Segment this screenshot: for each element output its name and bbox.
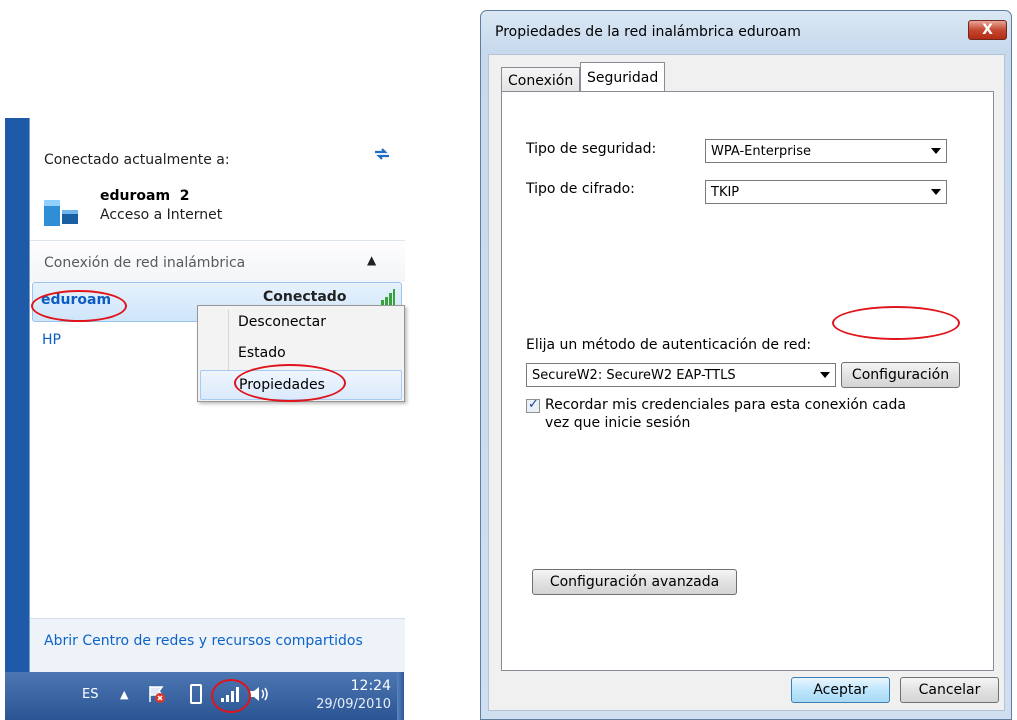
dropdown-arrow-icon	[931, 189, 941, 195]
current-network-access: Acceso a Internet	[100, 207, 223, 223]
show-desktop-button[interactable]	[397, 672, 404, 720]
current-network-name: eduroam 2	[100, 188, 190, 204]
remember-credentials-checkbox[interactable]: ✓	[526, 397, 540, 413]
security-type-label: Tipo de seguridad:	[526, 141, 657, 157]
security-type-select[interactable]: WPA-Enterprise	[705, 139, 947, 163]
dropdown-arrow-icon	[820, 372, 830, 378]
wireless-properties-dialog: Propiedades de la red inalámbrica eduroa…	[480, 10, 1012, 720]
auth-method-label: Elija un método de autenticación de red:	[526, 337, 812, 353]
flyout-footer: Abrir Centro de redes y recursos compart…	[30, 618, 405, 672]
wireless-section-title: Conexión de red inalámbrica	[44, 255, 246, 271]
network-status: Conectado	[263, 289, 347, 305]
tab-connection[interactable]: Conexión	[501, 67, 581, 91]
auth-method-value: SecureW2: SecureW2 EAP-TTLS	[532, 368, 736, 383]
configuration-button[interactable]: Configuración	[841, 362, 960, 388]
refresh-icon[interactable]	[372, 146, 392, 162]
show-hidden-icons-icon[interactable]: ▲	[120, 688, 128, 701]
menu-item-disconnect[interactable]: Desconectar	[198, 308, 404, 338]
close-icon: X	[982, 22, 993, 38]
close-button[interactable]: X	[968, 20, 1007, 40]
annotation-circle	[234, 364, 346, 402]
cipher-type-label: Tipo de cifrado:	[526, 181, 635, 197]
dropdown-arrow-icon	[931, 148, 941, 154]
clock-date[interactable]: 29/09/2010	[299, 697, 391, 712]
annotation-circle	[832, 306, 960, 340]
language-indicator[interactable]: ES	[82, 687, 98, 702]
current-connection-header: Conectado actualmente a:	[44, 152, 230, 168]
volume-icon[interactable]	[248, 684, 270, 704]
dialog-body: Conexión Seguridad Tipo de seguridad: WP…	[488, 54, 1005, 711]
security-panel: Tipo de seguridad: WPA-Enterprise Tipo d…	[501, 91, 994, 671]
remember-credentials-label: Recordar mis credenciales para esta cone…	[545, 397, 906, 413]
taskbar: ES ▲ 12:24 29/09/2010	[5, 672, 404, 720]
annotation-circle	[31, 290, 127, 322]
network-connected-icon	[44, 200, 78, 226]
clock-time[interactable]: 12:24	[325, 678, 391, 694]
checkmark-icon: ✓	[528, 397, 539, 412]
divider	[30, 240, 405, 241]
cipher-type-value: TKIP	[711, 185, 740, 200]
advanced-settings-button[interactable]: Configuración avanzada	[532, 569, 737, 595]
network-row-hp[interactable]: HP	[42, 332, 61, 348]
annotation-circle	[211, 679, 251, 713]
chevron-up-icon[interactable]: ▲	[367, 253, 376, 267]
cancel-button[interactable]: Cancelar	[900, 677, 999, 703]
dialog-title: Propiedades de la red inalámbrica eduroa…	[495, 24, 801, 40]
signal-strength-icon	[381, 289, 395, 305]
auth-method-select[interactable]: SecureW2: SecureW2 EAP-TTLS	[526, 363, 836, 387]
security-type-value: WPA-Enterprise	[711, 144, 812, 159]
ok-button[interactable]: Aceptar	[791, 677, 890, 703]
action-center-flag-icon[interactable]	[148, 685, 166, 703]
network-center-link[interactable]: Abrir Centro de redes y recursos compart…	[44, 633, 363, 649]
cipher-type-select[interactable]: TKIP	[705, 180, 947, 204]
remember-credentials-label-2: vez que inicie sesión	[545, 415, 691, 431]
tab-security[interactable]: Seguridad	[580, 62, 666, 92]
battery-icon[interactable]	[190, 684, 202, 704]
